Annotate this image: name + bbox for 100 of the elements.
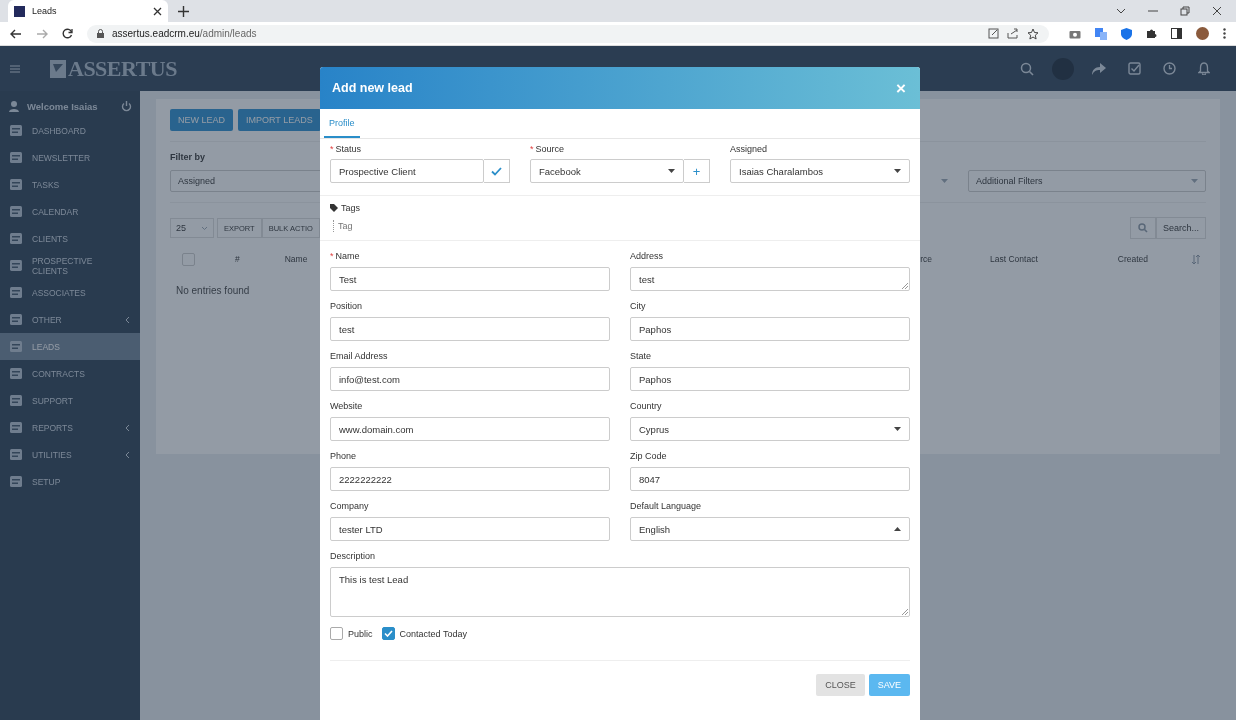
caret-icon [894,427,901,431]
input-field[interactable]: 2222222222 [330,467,610,491]
additional-filters-select[interactable]: Additional Filters [968,170,1206,192]
menu-item-icon [10,179,22,190]
input-field[interactable]: info@test.com [330,367,610,391]
checkbox[interactable] [381,627,395,640]
camera-icon[interactable] [1069,28,1081,39]
field-label: * Source [530,144,566,154]
checkbox-label: Contacted Today [399,628,467,639]
side-panel-icon[interactable] [1171,28,1182,39]
restore-icon[interactable] [1180,6,1190,16]
sidebar-item[interactable]: SUPPORT [0,387,140,414]
select-field[interactable]: English [630,517,910,541]
action-button[interactable]: NEW LEAD [170,109,233,131]
action-button[interactable]: IMPORT LEADS [238,109,321,131]
puzzle-icon[interactable] [1146,28,1157,39]
power-icon[interactable] [121,100,132,112]
browser-tab[interactable]: Leads [8,0,168,22]
more-icon[interactable] [1223,28,1226,39]
sidebar-item[interactable]: OTHER [0,306,140,333]
sidebar-item[interactable]: SETUP [0,468,140,495]
sidebar-item[interactable]: CONTRACTS [0,360,140,387]
star-icon[interactable] [1027,27,1039,40]
field-label: Country [630,401,663,411]
sidebar-item[interactable]: UTILITIES [0,441,140,468]
search-icon [1138,222,1148,233]
source-select[interactable]: Facebook [530,159,684,183]
add-button[interactable]: + [684,159,710,183]
sort-icon[interactable] [1192,254,1200,264]
field-label: Tags [341,203,360,213]
share-arrow-icon[interactable] [1092,62,1106,75]
tab-title: Leads [32,6,58,16]
favicon-icon [14,5,25,17]
description-field[interactable]: This is test Lead [330,567,910,617]
chevron-left-icon [125,423,130,432]
sidebar-item[interactable]: NEWSLETTER [0,144,140,171]
close-icon[interactable] [1212,6,1222,16]
column-header[interactable]: Created [1117,254,1148,264]
input-field[interactable]: Paphos [630,367,910,391]
resize-handle-icon[interactable] [902,283,908,289]
input-field[interactable]: Test [330,267,610,291]
page-length-select[interactable]: 25 [170,218,214,238]
checkbox-icon[interactable] [1128,62,1141,75]
sidebar-item[interactable]: LEADS [0,333,140,360]
chevron-down-icon[interactable] [1116,8,1126,14]
forward-icon[interactable] [36,28,48,39]
input-field[interactable]: www.domain.com [330,417,610,441]
menu-item-icon [10,368,22,379]
share-icon[interactable] [1007,28,1019,39]
resize-handle-icon[interactable] [902,609,908,615]
sidebar-item[interactable]: CLIENTS [0,225,140,252]
back-icon[interactable] [10,28,22,39]
menu-item-icon [10,125,22,136]
column-header[interactable]: rce [920,254,932,264]
avatar-icon[interactable] [1196,27,1209,40]
column-header[interactable]: Last Contact [990,254,1038,264]
field-label: Default Language [630,501,703,511]
text-area[interactable]: test [630,267,910,291]
open-in-icon[interactable] [988,28,999,39]
checkbox-label: Public [348,628,373,639]
search-field[interactable]: Search... [1156,217,1206,239]
address-bar[interactable]: assertus.eadcrm.eu/admin/leads [87,24,1049,43]
shield-icon[interactable] [1121,27,1132,40]
input-field[interactable]: test [330,317,610,341]
reload-icon[interactable] [62,28,73,39]
chevron-left-icon [125,450,130,459]
welcome-text: Welcome Isaias [27,100,98,112]
caret-icon[interactable] [941,179,948,183]
close-button[interactable]: CLOSE [816,674,865,696]
close-icon[interactable] [153,6,162,16]
translate-icon[interactable] [1095,27,1107,40]
checkbox[interactable] [330,627,343,640]
field-label: City [630,301,647,311]
logo-mark-icon [50,59,66,78]
search-icon[interactable] [1020,61,1034,76]
lock-icon [97,29,104,38]
menu-icon[interactable] [10,64,20,73]
sidebar-item[interactable]: REPORTS [0,414,140,441]
select-all-checkbox[interactable] [182,252,195,266]
check-button[interactable] [484,159,510,183]
sidebar-item[interactable]: TASKS [0,171,140,198]
sidebar-item[interactable]: CALENDAR [0,198,140,225]
tab[interactable]: Profile [324,109,360,138]
search-button[interactable] [1130,217,1156,239]
sidebar-item[interactable]: DASHBOARD [0,117,140,144]
sidebar-item[interactable]: ASSOCIATES [0,279,140,306]
assigned-select[interactable]: Isaias Charalambos [730,159,910,183]
input-field[interactable]: 8047 [630,467,910,491]
column-header[interactable]: Name [284,254,308,264]
input-field[interactable]: Paphos [630,317,910,341]
sidebar-item[interactable]: PROSPECTIVE CLIENTS [0,252,140,279]
menu-item-icon [10,395,22,406]
new-tab-icon[interactable] [178,5,189,17]
input-field[interactable]: tester LTD [330,517,610,541]
bell-icon[interactable] [1198,62,1210,75]
checkmark-icon [491,166,502,176]
status-select[interactable]: Prospective Client [330,159,484,183]
column-header[interactable]: # [235,254,240,264]
select-field[interactable]: Cyprus [630,417,910,441]
clock-icon[interactable] [1163,62,1176,75]
